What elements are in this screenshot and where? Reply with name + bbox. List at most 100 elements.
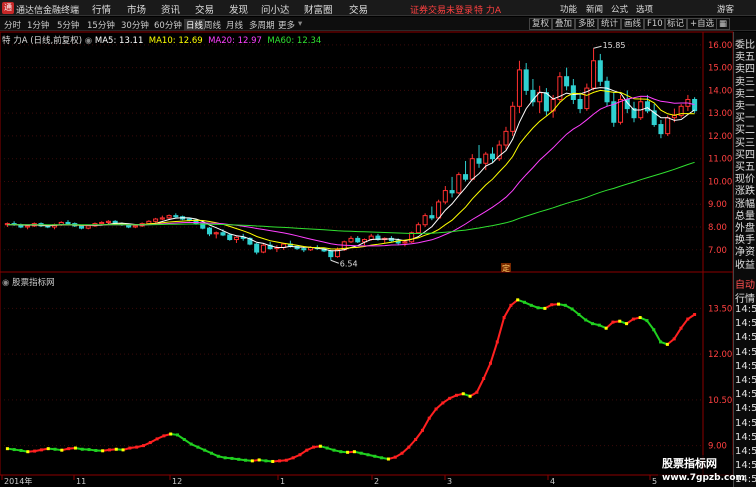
menu-discover[interactable]: 发现: [229, 2, 248, 16]
indicator-point[interactable]: [475, 390, 479, 394]
indicator-point[interactable]: [339, 450, 343, 454]
tool-overlay-button[interactable]: 叠加: [552, 18, 576, 30]
candle-body[interactable]: [436, 201, 442, 219]
indicator-point[interactable]: [557, 302, 561, 306]
indicator-point[interactable]: [679, 326, 683, 330]
candle-body[interactable]: [200, 223, 206, 229]
candle-body[interactable]: [213, 232, 219, 235]
period-multi[interactable]: 多周期: [249, 19, 275, 31]
indicator-point[interactable]: [386, 457, 390, 461]
indicator-point[interactable]: [380, 456, 384, 460]
candle-body[interactable]: [550, 98, 556, 112]
indicator-point[interactable]: [182, 438, 186, 442]
candle-body[interactable]: [483, 153, 489, 164]
indicator-point[interactable]: [420, 428, 424, 432]
indicator-point[interactable]: [230, 456, 234, 460]
candle-body[interactable]: [38, 223, 44, 227]
period-1min[interactable]: 1分钟: [27, 19, 49, 31]
candle-body[interactable]: [65, 221, 71, 225]
period-weekly[interactable]: 周线: [204, 19, 221, 31]
indicator-point[interactable]: [332, 448, 336, 452]
candle-body[interactable]: [516, 69, 522, 107]
candle-body[interactable]: [564, 76, 570, 87]
indicator-point[interactable]: [33, 449, 37, 453]
indicator-point[interactable]: [46, 447, 50, 451]
candle-body[interactable]: [341, 241, 347, 251]
candle-body[interactable]: [577, 98, 583, 110]
candle-body[interactable]: [476, 158, 482, 164]
indicator-point[interactable]: [529, 303, 533, 307]
indicator-point[interactable]: [244, 458, 248, 462]
candle-body[interactable]: [180, 216, 186, 220]
tool-multistock-button[interactable]: 多股: [575, 18, 599, 30]
candle-body[interactable]: [99, 221, 105, 225]
indicator-point[interactable]: [441, 401, 445, 405]
indicator-point[interactable]: [659, 340, 663, 344]
indicator-point[interactable]: [278, 459, 282, 463]
indicator-point[interactable]: [570, 307, 574, 311]
indicator-point[interactable]: [223, 456, 227, 460]
candle-body[interactable]: [644, 101, 650, 112]
settings-dot-icon[interactable]: ◉: [85, 36, 95, 46]
candle-body[interactable]: [25, 225, 31, 228]
tool-adjust-button[interactable]: 复权: [529, 18, 553, 30]
candle-body[interactable]: [281, 243, 287, 249]
indicator-point[interactable]: [264, 459, 268, 463]
indicator-point[interactable]: [5, 447, 9, 451]
candle-body[interactable]: [463, 174, 469, 180]
indicator-point[interactable]: [250, 459, 254, 463]
indicator-point[interactable]: [94, 448, 98, 452]
indicator-point[interactable]: [407, 445, 411, 449]
candle-body[interactable]: [328, 250, 334, 258]
indicator-point[interactable]: [373, 454, 377, 458]
candle-body[interactable]: [139, 223, 145, 227]
period-daily[interactable]: 日线: [184, 19, 206, 31]
indicator-point[interactable]: [434, 407, 438, 411]
period-intraday[interactable]: 分时: [4, 19, 21, 31]
indicator-point[interactable]: [312, 445, 316, 449]
candle-body[interactable]: [112, 220, 118, 225]
indicator-point[interactable]: [516, 298, 520, 302]
indicator-point[interactable]: [87, 448, 91, 452]
guest-user[interactable]: 游客: [717, 3, 734, 15]
candle-body[interactable]: [685, 98, 691, 107]
candle-body[interactable]: [240, 236, 246, 239]
indicator-point[interactable]: [39, 448, 43, 452]
indicator-point[interactable]: [284, 458, 288, 462]
candle-body[interactable]: [105, 220, 111, 223]
candle-body[interactable]: [604, 80, 610, 103]
candlestick-series[interactable]: [4, 48, 698, 261]
tool-f10-button[interactable]: F10: [644, 18, 666, 30]
candle-body[interactable]: [314, 247, 320, 250]
candle-body[interactable]: [651, 110, 657, 126]
menu-news[interactable]: 资讯: [161, 2, 180, 16]
candle-body[interactable]: [287, 243, 293, 247]
candle-body[interactable]: [570, 85, 576, 100]
candle-body[interactable]: [422, 215, 428, 226]
candle-body[interactable]: [395, 240, 401, 244]
indicator-point[interactable]: [12, 448, 16, 452]
indicator-point[interactable]: [359, 451, 363, 455]
indicator-point[interactable]: [305, 448, 309, 452]
indicator-point[interactable]: [216, 454, 220, 458]
candle-body[interactable]: [301, 248, 307, 251]
indicator-point[interactable]: [618, 319, 622, 323]
candle-body[interactable]: [355, 237, 361, 243]
candle-body[interactable]: [294, 245, 300, 250]
indicator-point[interactable]: [80, 447, 84, 451]
candle-body[interactable]: [31, 223, 37, 227]
candle-body[interactable]: [227, 234, 233, 241]
indicator-point[interactable]: [427, 416, 431, 420]
candle-body[interactable]: [665, 117, 671, 135]
candle-body[interactable]: [368, 235, 374, 241]
tool-stats-button[interactable]: 统计: [598, 18, 622, 30]
indicator-point[interactable]: [672, 337, 676, 341]
candle-body[interactable]: [496, 144, 502, 160]
indicator-point[interactable]: [652, 328, 656, 332]
candle-body[interactable]: [523, 69, 529, 91]
candle-body[interactable]: [638, 101, 644, 119]
grid-icon[interactable]: ▦: [716, 18, 731, 30]
indicator-point[interactable]: [693, 312, 697, 316]
menu-newsfeed[interactable]: 新闻: [586, 3, 603, 15]
period-more[interactable]: 更多: [278, 19, 295, 31]
